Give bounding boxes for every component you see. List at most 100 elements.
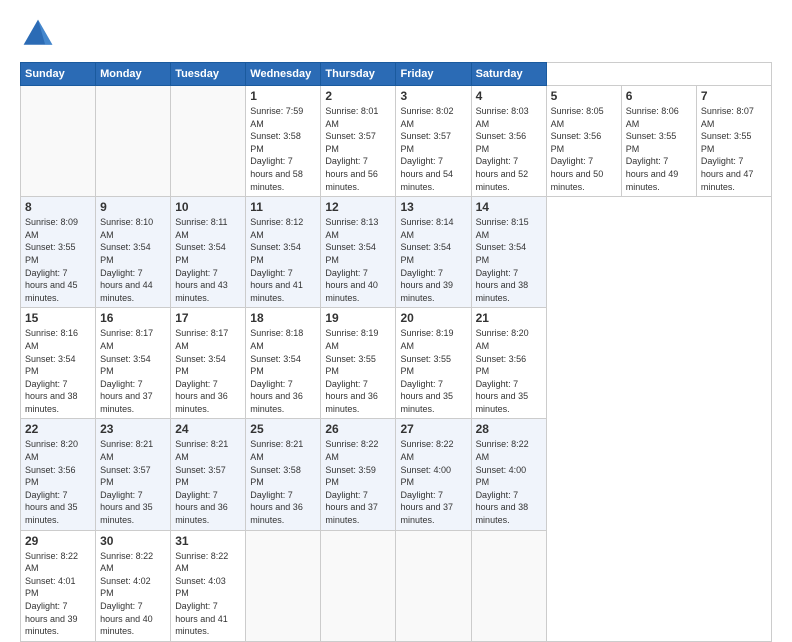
calendar-cell: 17 Sunrise: 8:17 AMSunset: 3:54 PMDayligh… (171, 308, 246, 419)
day-number: 23 (100, 422, 166, 436)
day-number: 16 (100, 311, 166, 325)
day-number: 19 (325, 311, 391, 325)
day-number: 15 (25, 311, 91, 325)
day-number: 17 (175, 311, 241, 325)
day-info: Sunrise: 8:05 AMSunset: 3:56 PMDaylight:… (551, 105, 617, 193)
calendar-cell: 31 Sunrise: 8:22 AMSunset: 4:03 PMDayligh… (171, 530, 246, 641)
day-number: 14 (476, 200, 542, 214)
calendar-cell: 1Sunrise: 7:59 AMSunset: 3:58 PMDaylight… (246, 86, 321, 197)
calendar-cell (396, 530, 471, 641)
day-header-saturday: Saturday (471, 63, 546, 86)
day-number: 26 (325, 422, 391, 436)
day-info: Sunrise: 8:02 AMSunset: 3:57 PMDaylight:… (400, 105, 466, 193)
days-header-row: SundayMondayTuesdayWednesdayThursdayFrid… (21, 63, 772, 86)
calendar-cell: 14 Sunrise: 8:15 AMSunset: 3:54 PMDayligh… (471, 197, 546, 308)
day-number: 22 (25, 422, 91, 436)
day-info: Sunrise: 8:10 AMSunset: 3:54 PMDaylight:… (100, 216, 166, 304)
calendar-cell: 9 Sunrise: 8:10 AMSunset: 3:54 PMDaylight… (96, 197, 171, 308)
calendar-week-2: 15 Sunrise: 8:16 AMSunset: 3:54 PMDayligh… (21, 308, 772, 419)
day-info: Sunrise: 8:20 AMSunset: 3:56 PMDaylight:… (25, 438, 91, 526)
calendar-cell: 29 Sunrise: 8:22 AMSunset: 4:01 PMDayligh… (21, 530, 96, 641)
calendar-cell: 25Sunrise: 8:21 AMSunset: 3:58 PMDayligh… (246, 419, 321, 530)
calendar-cell: 20 Sunrise: 8:19 AMSunset: 3:55 PMDayligh… (396, 308, 471, 419)
day-info: Sunrise: 8:18 AMSunset: 3:54 PMDaylight:… (250, 327, 316, 415)
day-info: Sunrise: 8:21 AMSunset: 3:57 PMDaylight:… (100, 438, 166, 526)
day-info: Sunrise: 8:01 AMSunset: 3:57 PMDaylight:… (325, 105, 391, 193)
day-number: 28 (476, 422, 542, 436)
calendar-cell: 10Sunrise: 8:11 AMSunset: 3:54 PMDayligh… (171, 197, 246, 308)
calendar-cell: 24 Sunrise: 8:21 AMSunset: 3:57 PMDayligh… (171, 419, 246, 530)
day-info: Sunrise: 8:17 AMSunset: 3:54 PMDaylight:… (100, 327, 166, 415)
day-number: 30 (100, 534, 166, 548)
calendar-cell: 26 Sunrise: 8:22 AMSunset: 3:59 PMDayligh… (321, 419, 396, 530)
day-number: 29 (25, 534, 91, 548)
day-number: 11 (250, 200, 316, 214)
day-info: Sunrise: 8:03 AMSunset: 3:56 PMDaylight:… (476, 105, 542, 193)
day-number: 18 (250, 311, 316, 325)
page: SundayMondayTuesdayWednesdayThursdayFrid… (0, 0, 792, 612)
calendar-cell (21, 86, 96, 197)
calendar-cell: 3 Sunrise: 8:02 AMSunset: 3:57 PMDaylight… (396, 86, 471, 197)
calendar-week-0: 1Sunrise: 7:59 AMSunset: 3:58 PMDaylight… (21, 86, 772, 197)
calendar-cell: 21 Sunrise: 8:20 AMSunset: 3:56 PMDayligh… (471, 308, 546, 419)
calendar-cell (321, 530, 396, 641)
day-number: 31 (175, 534, 241, 548)
day-info: Sunrise: 8:09 AMSunset: 3:55 PMDaylight:… (25, 216, 91, 304)
day-number: 27 (400, 422, 466, 436)
day-number: 12 (325, 200, 391, 214)
calendar-cell: 30 Sunrise: 8:22 AMSunset: 4:02 PMDayligh… (96, 530, 171, 641)
calendar-cell: 11 Sunrise: 8:12 AMSunset: 3:54 PMDayligh… (246, 197, 321, 308)
calendar-cell: 27 Sunrise: 8:22 AMSunset: 4:00 PMDayligh… (396, 419, 471, 530)
day-number: 2 (325, 89, 391, 103)
calendar-cell (96, 86, 171, 197)
day-info: Sunrise: 8:16 AMSunset: 3:54 PMDaylight:… (25, 327, 91, 415)
day-number: 3 (400, 89, 466, 103)
calendar-cell: 22 Sunrise: 8:20 AMSunset: 3:56 PMDayligh… (21, 419, 96, 530)
day-header-tuesday: Tuesday (171, 63, 246, 86)
day-info: Sunrise: 8:06 AMSunset: 3:55 PMDaylight:… (626, 105, 692, 193)
day-info: Sunrise: 8:22 AMSunset: 3:59 PMDaylight:… (325, 438, 391, 526)
calendar-cell (471, 530, 546, 641)
day-info: Sunrise: 8:21 AMSunset: 3:58 PMDaylight:… (250, 438, 316, 526)
logo-icon (20, 16, 56, 52)
day-header-thursday: Thursday (321, 63, 396, 86)
day-info: Sunrise: 8:15 AMSunset: 3:54 PMDaylight:… (476, 216, 542, 304)
logo (20, 16, 60, 52)
day-header-friday: Friday (396, 63, 471, 86)
day-info: Sunrise: 8:17 AMSunset: 3:54 PMDaylight:… (175, 327, 241, 415)
day-header-wednesday: Wednesday (246, 63, 321, 86)
day-info: Sunrise: 8:22 AMSunset: 4:00 PMDaylight:… (476, 438, 542, 526)
day-info: Sunrise: 8:21 AMSunset: 3:57 PMDaylight:… (175, 438, 241, 526)
day-number: 24 (175, 422, 241, 436)
calendar-cell: 12Sunrise: 8:13 AMSunset: 3:54 PMDayligh… (321, 197, 396, 308)
day-info: Sunrise: 8:22 AMSunset: 4:01 PMDaylight:… (25, 550, 91, 638)
day-number: 6 (626, 89, 692, 103)
calendar-cell: 5Sunrise: 8:05 AMSunset: 3:56 PMDaylight… (546, 86, 621, 197)
calendar-cell: 7Sunrise: 8:07 AMSunset: 3:55 PMDaylight… (696, 86, 771, 197)
calendar-cell (246, 530, 321, 641)
day-info: Sunrise: 8:14 AMSunset: 3:54 PMDaylight:… (400, 216, 466, 304)
day-info: Sunrise: 8:11 AMSunset: 3:54 PMDaylight:… (175, 216, 241, 304)
day-number: 9 (100, 200, 166, 214)
calendar-cell: 15 Sunrise: 8:16 AMSunset: 3:54 PMDayligh… (21, 308, 96, 419)
day-info: Sunrise: 8:22 AMSunset: 4:02 PMDaylight:… (100, 550, 166, 638)
day-number: 21 (476, 311, 542, 325)
calendar-cell: 28 Sunrise: 8:22 AMSunset: 4:00 PMDayligh… (471, 419, 546, 530)
calendar-week-3: 22 Sunrise: 8:20 AMSunset: 3:56 PMDayligh… (21, 419, 772, 530)
day-number: 13 (400, 200, 466, 214)
day-number: 8 (25, 200, 91, 214)
day-info: Sunrise: 7:59 AMSunset: 3:58 PMDaylight:… (250, 105, 316, 193)
calendar-week-4: 29 Sunrise: 8:22 AMSunset: 4:01 PMDayligh… (21, 530, 772, 641)
calendar-cell: 4Sunrise: 8:03 AMSunset: 3:56 PMDaylight… (471, 86, 546, 197)
calendar-cell: 18 Sunrise: 8:18 AMSunset: 3:54 PMDayligh… (246, 308, 321, 419)
calendar-cell (171, 86, 246, 197)
day-header-sunday: Sunday (21, 63, 96, 86)
day-info: Sunrise: 8:22 AMSunset: 4:00 PMDaylight:… (400, 438, 466, 526)
day-info: Sunrise: 8:12 AMSunset: 3:54 PMDaylight:… (250, 216, 316, 304)
day-number: 20 (400, 311, 466, 325)
day-info: Sunrise: 8:20 AMSunset: 3:56 PMDaylight:… (476, 327, 542, 415)
calendar-cell: 19Sunrise: 8:19 AMSunset: 3:55 PMDayligh… (321, 308, 396, 419)
day-info: Sunrise: 8:22 AMSunset: 4:03 PMDaylight:… (175, 550, 241, 638)
day-info: Sunrise: 8:19 AMSunset: 3:55 PMDaylight:… (400, 327, 466, 415)
calendar-table: SundayMondayTuesdayWednesdayThursdayFrid… (20, 62, 772, 642)
